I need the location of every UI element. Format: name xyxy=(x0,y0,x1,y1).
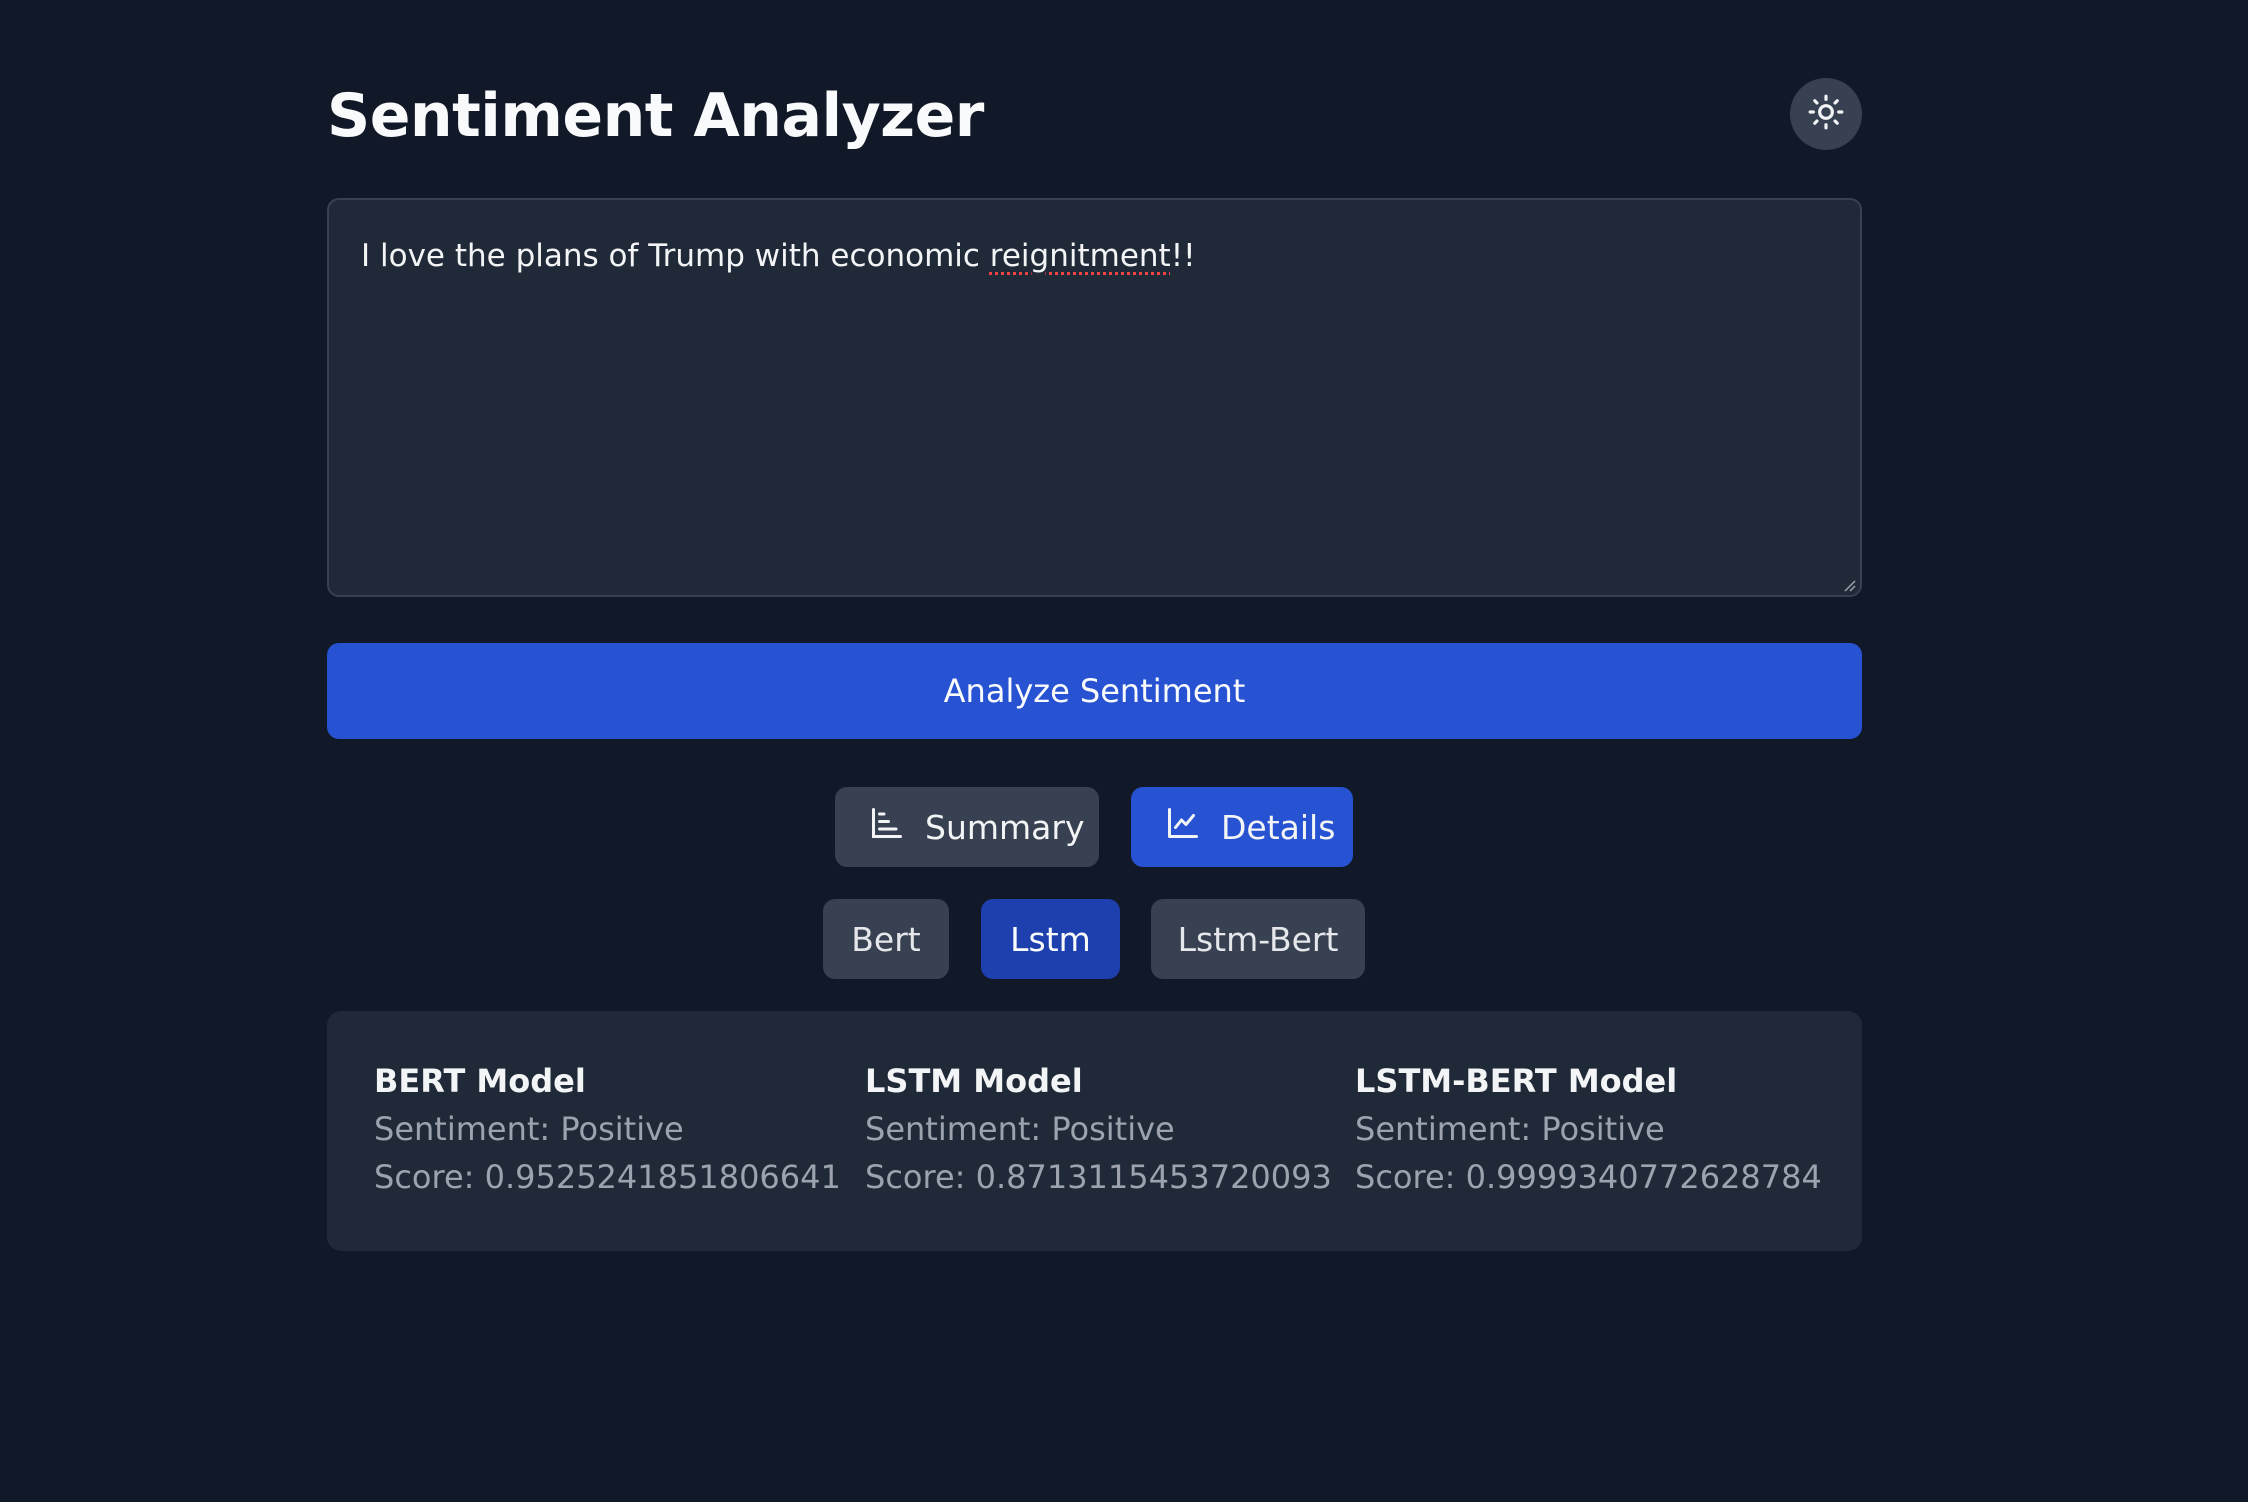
results-panel: BERT Model Sentiment: Positive Score: 0.… xyxy=(327,1011,1862,1251)
model-tabs: Bert Lstm Lstm-Bert xyxy=(327,899,1862,979)
tab-summary-label: Summary xyxy=(925,807,1085,847)
sun-icon xyxy=(1807,93,1845,135)
model-tab-bert[interactable]: Bert xyxy=(823,899,949,979)
line-chart-icon xyxy=(1165,805,1221,849)
result-model-name: LSTM Model xyxy=(865,1062,1083,1100)
result-lstm: LSTM Model Sentiment: Positive Score: 0.… xyxy=(865,1057,1332,1201)
result-lstm-bert: LSTM-BERT Model Sentiment: Positive Scor… xyxy=(1355,1057,1822,1201)
result-score: Score: 0.9999340772628784 xyxy=(1355,1158,1822,1196)
input-text-part: !! xyxy=(1170,238,1196,274)
view-tabs: Summary Details xyxy=(327,787,1862,867)
result-sentiment: Sentiment: Positive xyxy=(865,1110,1175,1148)
bar-chart-icon xyxy=(869,805,925,849)
tab-details-label: Details xyxy=(1221,807,1336,847)
theme-toggle-button[interactable] xyxy=(1790,78,1862,150)
result-bert: BERT Model Sentiment: Positive Score: 0.… xyxy=(374,1057,841,1201)
result-model-name: BERT Model xyxy=(374,1062,586,1100)
tab-details[interactable]: Details xyxy=(1131,787,1353,867)
result-sentiment: Sentiment: Positive xyxy=(1355,1110,1665,1148)
analyze-sentiment-button[interactable]: Analyze Sentiment xyxy=(327,643,1862,739)
result-sentiment: Sentiment: Positive xyxy=(374,1110,684,1148)
model-tab-lstm[interactable]: Lstm xyxy=(981,899,1120,979)
model-tab-lstm-bert[interactable]: Lstm-Bert xyxy=(1151,899,1365,979)
page-title: Sentiment Analyzer xyxy=(327,81,984,151)
result-score: Score: 0.8713115453720093 xyxy=(865,1158,1332,1196)
text-input[interactable]: I love the plans of Trump with economic … xyxy=(327,198,1862,597)
resize-handle-icon[interactable] xyxy=(1842,577,1856,592)
result-model-name: LSTM-BERT Model xyxy=(1355,1062,1678,1100)
header: Sentiment Analyzer xyxy=(327,78,1862,154)
input-text-part: I love the plans of Trump with economic xyxy=(361,238,990,274)
result-score: Score: 0.9525241851806641 xyxy=(374,1158,841,1196)
misspelled-word: reignitment xyxy=(989,238,1171,274)
text-input-value[interactable]: I love the plans of Trump with economic … xyxy=(361,236,1828,276)
tab-summary[interactable]: Summary xyxy=(835,787,1099,867)
